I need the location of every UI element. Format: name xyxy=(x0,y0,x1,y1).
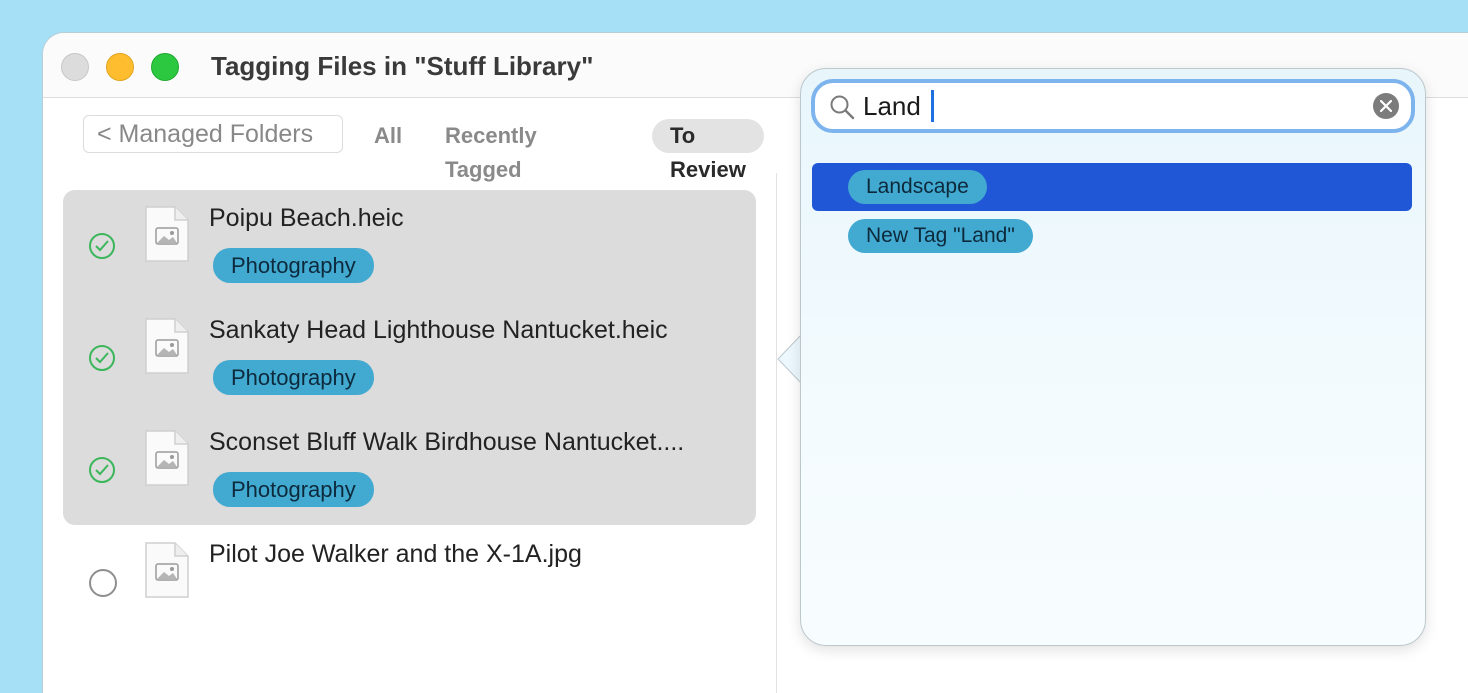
close-window-button[interactable] xyxy=(61,53,89,81)
clear-search-icon[interactable] xyxy=(1373,93,1399,119)
image-file-icon xyxy=(145,430,189,486)
suggestion-tag-pill: New Tag "Land" xyxy=(848,219,1033,253)
tag-search-input[interactable]: Land xyxy=(811,79,1415,133)
image-file-icon xyxy=(145,542,189,598)
text-cursor xyxy=(931,90,934,122)
zoom-window-button[interactable] xyxy=(151,53,179,81)
file-row[interactable]: Pilot Joe Walker and the X-1A.jpg xyxy=(63,526,753,638)
minimize-window-button[interactable] xyxy=(106,53,134,81)
popover-arrow xyxy=(777,334,802,384)
suggestion-tag-pill: Landscape xyxy=(848,170,987,204)
unchecked-circle-icon[interactable] xyxy=(89,569,117,597)
tag-pill[interactable]: Photography xyxy=(213,472,374,507)
file-row[interactable]: Sconset Bluff Walk Birdhouse Nantucket..… xyxy=(63,414,753,526)
suggestion-row-landscape[interactable]: Landscape xyxy=(812,163,1412,211)
file-name: Pilot Joe Walker and the X-1A.jpg xyxy=(209,540,582,568)
file-name: Poipu Beach.heic xyxy=(209,204,404,232)
file-name: Sconset Bluff Walk Birdhouse Nantucket..… xyxy=(209,428,685,456)
checkmark-icon[interactable] xyxy=(89,345,115,371)
tag-search-popover: Land Landscape New Tag "Land" xyxy=(800,68,1426,646)
file-name: Sankaty Head Lighthouse Nantucket.heic xyxy=(209,316,668,344)
tab-all[interactable]: All xyxy=(374,119,402,153)
pane-divider xyxy=(776,173,777,693)
suggestion-row-new-tag[interactable]: New Tag "Land" xyxy=(812,212,1412,260)
tab-to-review[interactable]: To Review xyxy=(652,119,764,182)
search-icon xyxy=(830,95,855,120)
image-file-icon xyxy=(145,318,189,374)
checkmark-icon[interactable] xyxy=(89,233,115,259)
file-row[interactable]: Sankaty Head Lighthouse Nantucket.heic P… xyxy=(63,302,753,414)
checkmark-icon[interactable] xyxy=(89,457,115,483)
search-input-value: Land xyxy=(863,91,921,121)
tag-pill[interactable]: Photography xyxy=(213,360,374,395)
managed-folders-back-button[interactable]: < Managed Folders xyxy=(83,115,343,153)
image-file-icon xyxy=(145,206,189,262)
tab-recently-tagged[interactable]: Recently Tagged xyxy=(445,119,537,182)
tag-pill[interactable]: Photography xyxy=(213,248,374,283)
window-title: Tagging Files in "Stuff Library" xyxy=(211,51,594,81)
file-row[interactable]: Poipu Beach.heic Photography xyxy=(63,190,753,302)
